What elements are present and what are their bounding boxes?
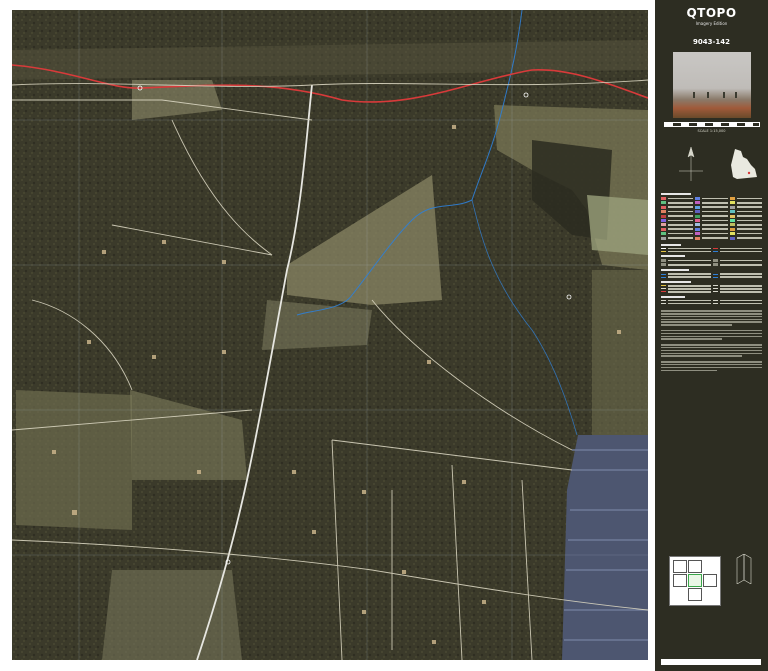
satellite-map[interactable]	[12, 10, 648, 660]
cleared-paddock	[592, 270, 648, 440]
index-cell[interactable]	[703, 574, 717, 587]
locator-section	[661, 141, 762, 189]
scale-bar	[663, 122, 760, 127]
brand-title: QTOPO	[686, 6, 737, 20]
book-fold-icon	[736, 554, 752, 584]
map-svg	[12, 10, 648, 660]
footer-credit	[661, 659, 761, 665]
index-cell[interactable]	[688, 560, 702, 573]
cleared-paddock	[587, 195, 648, 255]
index-cell[interactable]	[688, 588, 702, 601]
sheet-number: 9043-142	[693, 38, 730, 46]
index-cell-current[interactable]	[688, 574, 702, 587]
scale-text: SCALE 1:15,000	[697, 129, 726, 133]
cover-photo	[672, 52, 751, 118]
solar-farm	[562, 435, 648, 660]
index-cell[interactable]	[673, 560, 687, 573]
disclaimer-text	[661, 310, 762, 372]
legend-points	[661, 193, 762, 240]
adjoining-sheets-index	[669, 556, 721, 606]
index-cell[interactable]	[673, 574, 687, 587]
legend-panel: QTOPO Imagery Edition 9043-142 SCALE 1:1…	[655, 0, 768, 671]
edition-subtitle: Imagery Edition	[695, 21, 728, 26]
queensland-outline-icon	[731, 149, 757, 179]
cleared-paddock	[16, 390, 132, 530]
map-frame	[0, 0, 655, 671]
legend-lines	[661, 243, 762, 305]
